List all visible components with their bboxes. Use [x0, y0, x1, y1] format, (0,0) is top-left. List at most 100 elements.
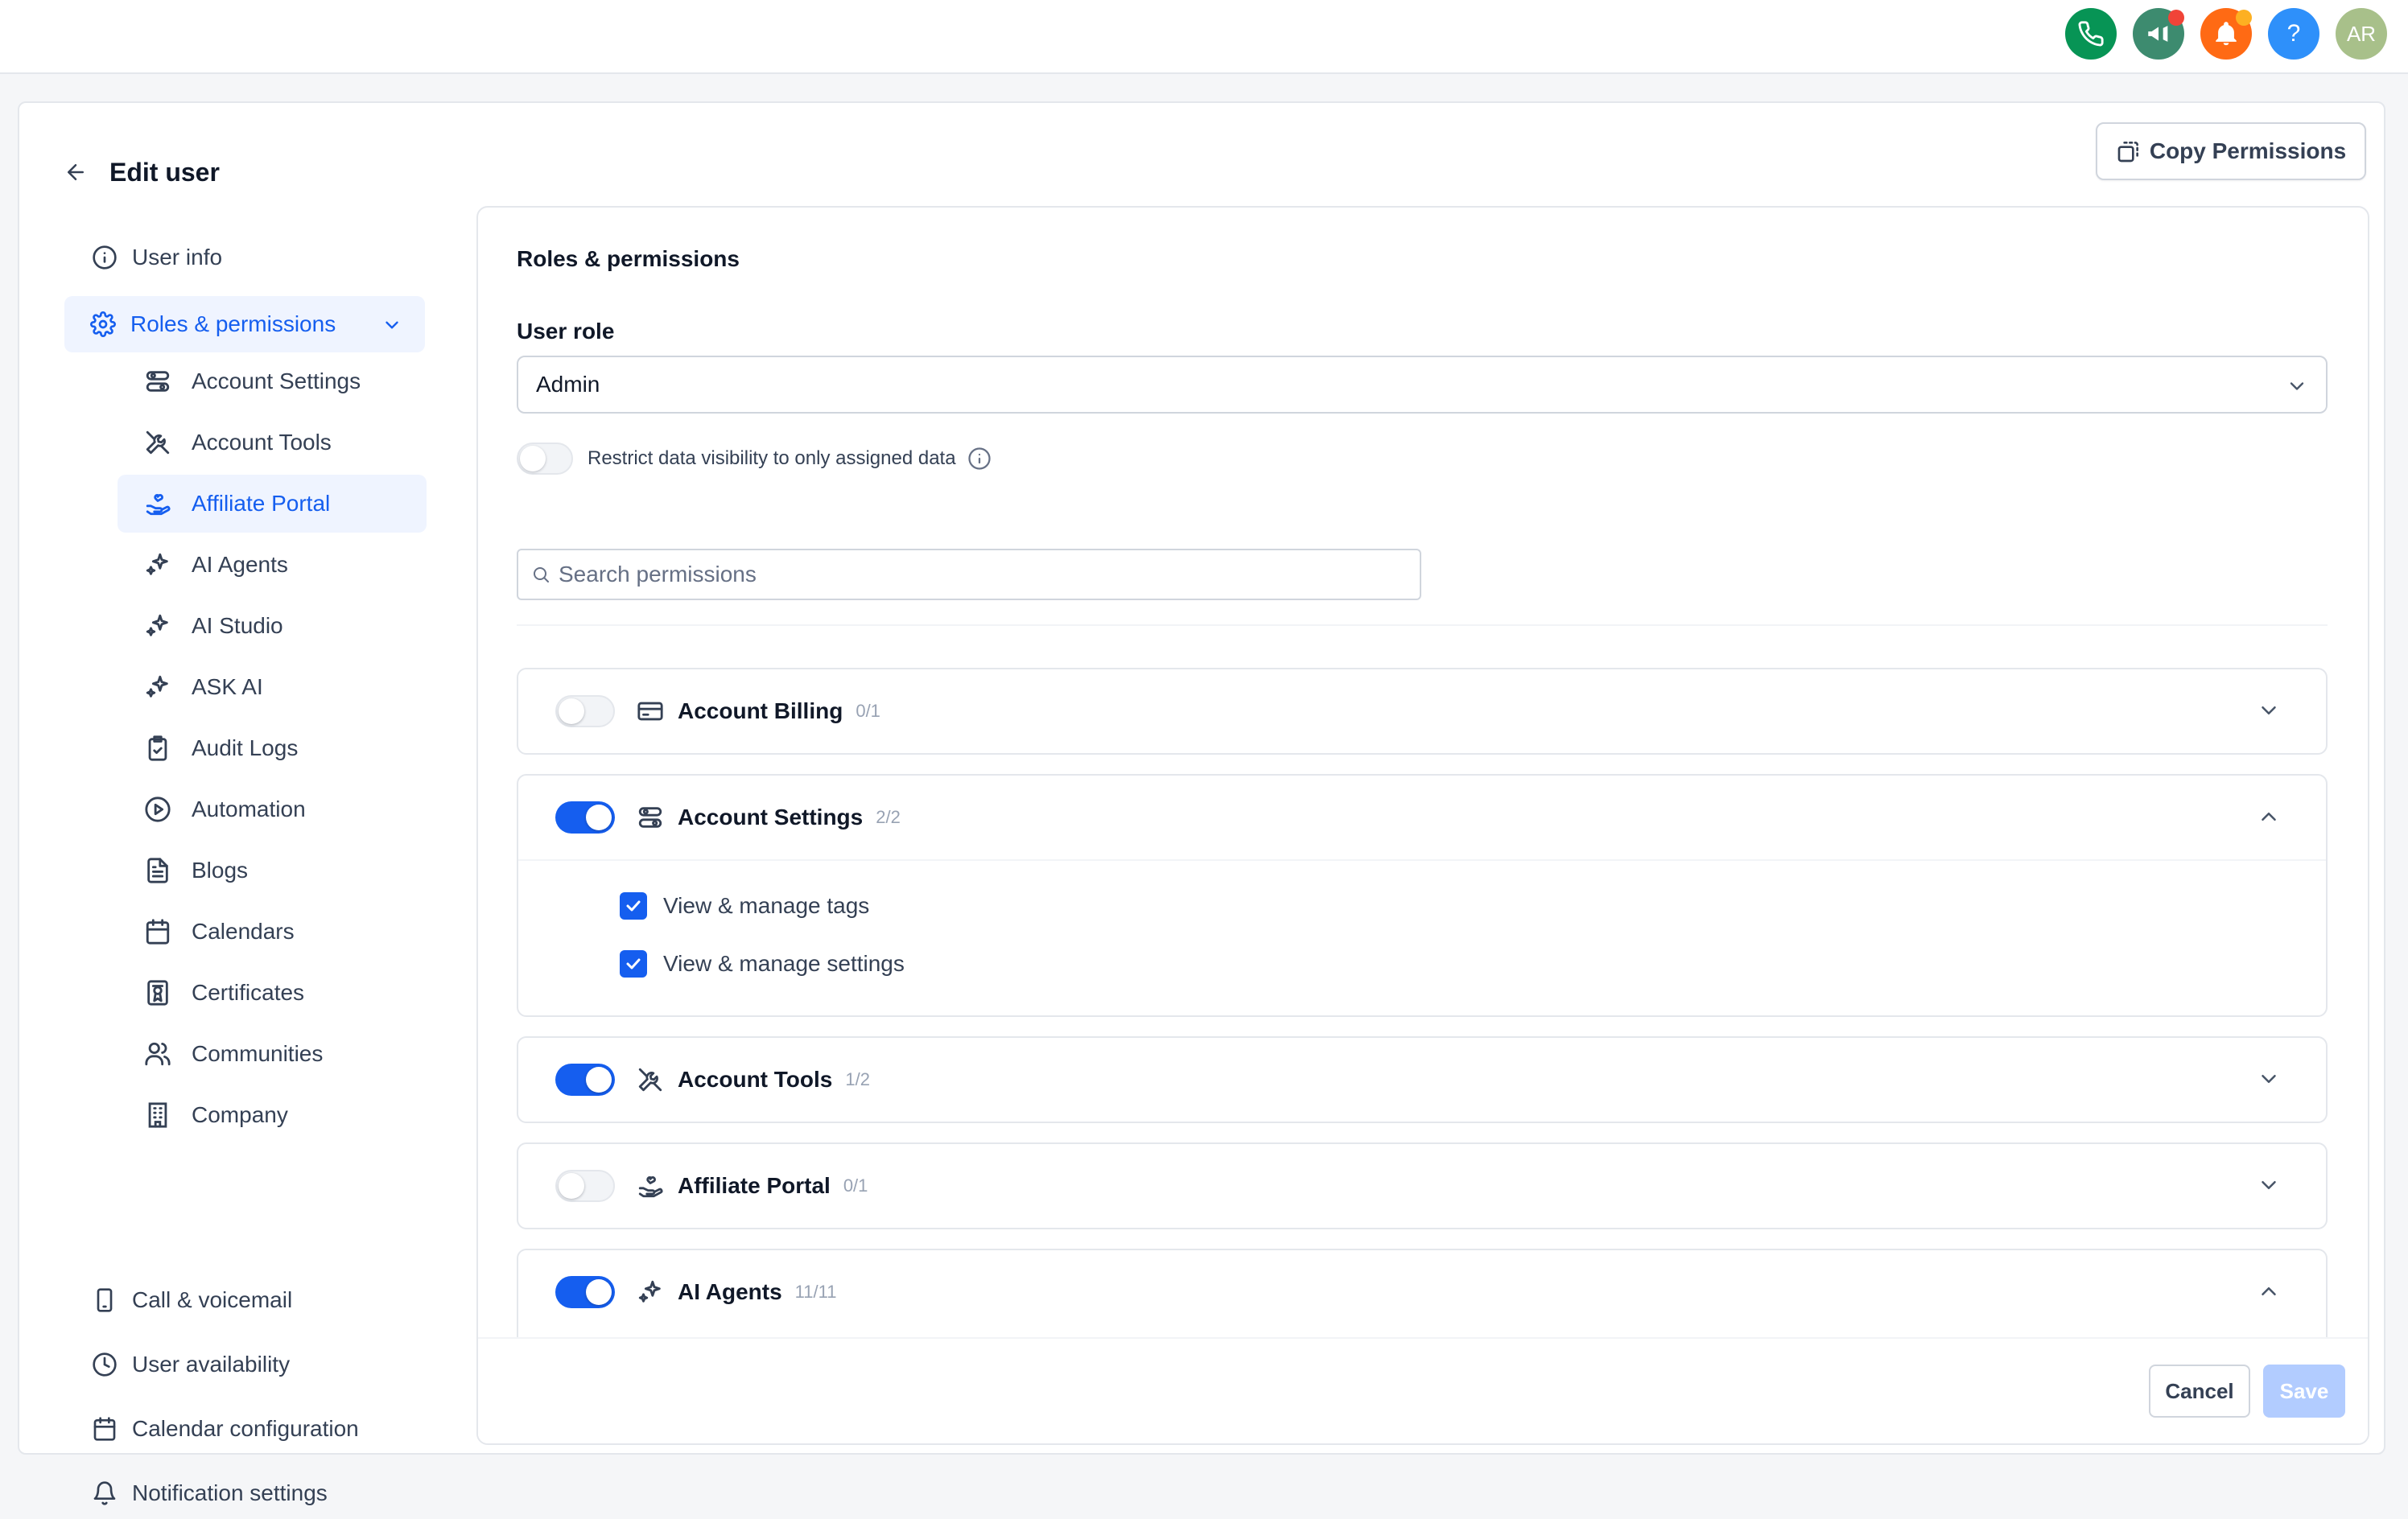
sidebar-sub-label: ASK AI — [192, 674, 263, 699]
permission-checkbox[interactable] — [620, 892, 647, 920]
sidebar-sub-label: Calendars — [192, 919, 295, 944]
permission-toggle[interactable] — [555, 1064, 615, 1096]
permission-toggle[interactable] — [555, 1170, 615, 1202]
sidebar-sub-label: Audit Logs — [192, 735, 299, 760]
search-input[interactable] — [559, 562, 1363, 587]
sidebar-item-roles-permissions[interactable]: Roles & permissions — [64, 296, 425, 352]
settings-toggles-icon — [634, 801, 666, 834]
avatar[interactable]: AR — [2336, 8, 2387, 60]
sidebar-item-account-settings[interactable]: Account Settings — [118, 360, 427, 410]
copy-permissions-button[interactable]: Copy Permissions — [2096, 122, 2366, 180]
permission-group-header[interactable]: Account Settings 2/2 — [518, 776, 2326, 859]
save-button[interactable]: Save — [2263, 1365, 2345, 1418]
sidebar-item-certificates[interactable]: Certificates — [118, 964, 427, 1022]
chevron-up-icon[interactable] — [2257, 1279, 2281, 1303]
sidebar-item-automation[interactable]: Automation — [118, 780, 427, 838]
permission-toggle[interactable] — [555, 801, 615, 834]
sidebar-item-label: User info — [132, 245, 223, 270]
notification-dot — [2168, 10, 2184, 26]
chevron-down-icon[interactable] — [2257, 698, 2281, 722]
tools-icon — [634, 1064, 666, 1096]
permission-item-label: View & manage tags — [663, 893, 870, 918]
chevron-down-icon[interactable] — [2257, 1067, 2281, 1091]
sidebar-item-ai-agents[interactable]: AI Agents — [118, 536, 427, 594]
settings-toggles-icon — [140, 364, 175, 399]
permission-count: 11/11 — [794, 1282, 837, 1302]
sidebar-item-communities[interactable]: Communities — [118, 1025, 427, 1083]
permission-group-header[interactable]: Account Tools 1/2 — [518, 1038, 2326, 1122]
bell-icon — [2216, 22, 2237, 46]
sidebar-sub-label: AI Agents — [192, 552, 288, 577]
restrict-visibility-label: Restrict data visibility to only assigne… — [588, 447, 956, 469]
back-button[interactable] — [52, 148, 100, 196]
sidebar-item-user-info[interactable]: User info — [89, 232, 435, 283]
chevron-up-icon[interactable] — [2257, 805, 2281, 829]
permission-group-account-settings: Account Settings 2/2 View & manage tags … — [517, 774, 2328, 1017]
user-role-select[interactable]: Admin — [517, 356, 2328, 414]
info-circle-icon — [89, 241, 121, 274]
permission-sub-list: Account Settings Account Tools Affiliate… — [19, 360, 470, 1165]
sidebar-item-calendar-configuration[interactable]: Calendar configuration — [89, 1403, 435, 1455]
calendar-icon — [89, 1413, 121, 1445]
user-role-label: User role — [517, 319, 615, 344]
sidebar-item-audit-logs[interactable]: Audit Logs — [118, 719, 427, 777]
sidebar-item-ask-ai[interactable]: ASK AI — [118, 658, 427, 716]
permission-item[interactable]: View & manage tags — [518, 877, 2326, 935]
sidebar-item-notification-settings[interactable]: Notification settings — [89, 1468, 435, 1519]
settings-sidebar: User info Roles & permissions Account Se… — [19, 208, 470, 1505]
sidebar-item-ai-studio[interactable]: AI Studio — [118, 597, 427, 655]
permission-group-header[interactable]: Account Billing 0/1 — [518, 669, 2326, 753]
search-icon — [534, 567, 549, 582]
notification-dot — [2236, 10, 2252, 26]
credit-card-icon — [634, 695, 666, 727]
sidebar-item-account-tools[interactable]: Account Tools — [118, 414, 427, 471]
permission-checkbox[interactable] — [620, 950, 647, 978]
sidebar-item-label: User availability — [132, 1352, 291, 1377]
sidebar-sub-label: Company — [192, 1102, 288, 1127]
sidebar-item-blogs[interactable]: Blogs — [118, 842, 427, 899]
avatar-initials: AR — [2346, 21, 2377, 46]
hand-heart-icon — [140, 486, 175, 521]
sidebar-item-user-availability[interactable]: User availability — [89, 1339, 435, 1390]
permission-toggle[interactable] — [555, 1276, 615, 1308]
phone-button[interactable] — [2065, 8, 2117, 60]
form-footer: Cancel Save — [478, 1337, 2368, 1443]
sidebar-sub-label: Certificates — [192, 980, 305, 1005]
info-circle-icon[interactable] — [967, 447, 992, 471]
help-button[interactable]: ? — [2268, 8, 2319, 60]
sparkles-icon — [140, 669, 175, 705]
permission-group-header[interactable]: AI Agents 11/11 — [518, 1250, 2326, 1334]
permission-name: AI Agents — [678, 1279, 782, 1304]
megaphone-icon — [2148, 26, 2168, 42]
permission-count: 0/1 — [856, 701, 880, 721]
permission-group-body: View & manage tags View & manage setting… — [518, 859, 2326, 993]
sidebar-item-company[interactable]: Company — [118, 1086, 427, 1144]
permission-group-affiliate-portal: Affiliate Portal 0/1 — [517, 1142, 2328, 1229]
sparkles-icon — [634, 1276, 666, 1308]
search-permissions-field[interactable] — [517, 549, 1421, 600]
gear-icon — [87, 308, 119, 340]
sidebar-item-affiliate-portal[interactable]: Affiliate Portal — [118, 475, 427, 533]
announcements-button[interactable] — [2133, 8, 2184, 60]
section-title: Roles & permissions — [517, 246, 740, 271]
permission-count: 2/2 — [876, 807, 901, 827]
notifications-button[interactable] — [2200, 8, 2252, 60]
sidebar-item-label: Notification settings — [132, 1480, 328, 1505]
sidebar-item-calendars[interactable]: Calendars — [118, 903, 427, 961]
permission-item[interactable]: View & manage settings — [518, 935, 2326, 993]
restrict-visibility-toggle[interactable] — [517, 443, 573, 475]
sidebar-sub-label: Communities — [192, 1041, 324, 1066]
top-bar: ? AR — [0, 0, 2408, 74]
bell-icon — [89, 1477, 121, 1509]
chevron-down-icon[interactable] — [2257, 1173, 2281, 1197]
permission-toggle[interactable] — [555, 695, 615, 727]
permission-name: Account Tools — [678, 1067, 833, 1092]
chevron-down-icon — [2290, 382, 2304, 390]
sidebar-sub-label: Blogs — [192, 858, 249, 883]
sidebar-sub-label: Account Tools — [192, 430, 332, 455]
sidebar-item-label: Call & voicemail — [132, 1287, 293, 1312]
permission-group-header[interactable]: Affiliate Portal 0/1 — [518, 1144, 2326, 1228]
permission-count: 0/1 — [843, 1175, 868, 1196]
cancel-button[interactable]: Cancel — [2149, 1365, 2250, 1418]
sidebar-item-call-voicemail[interactable]: Call & voicemail — [89, 1274, 435, 1326]
